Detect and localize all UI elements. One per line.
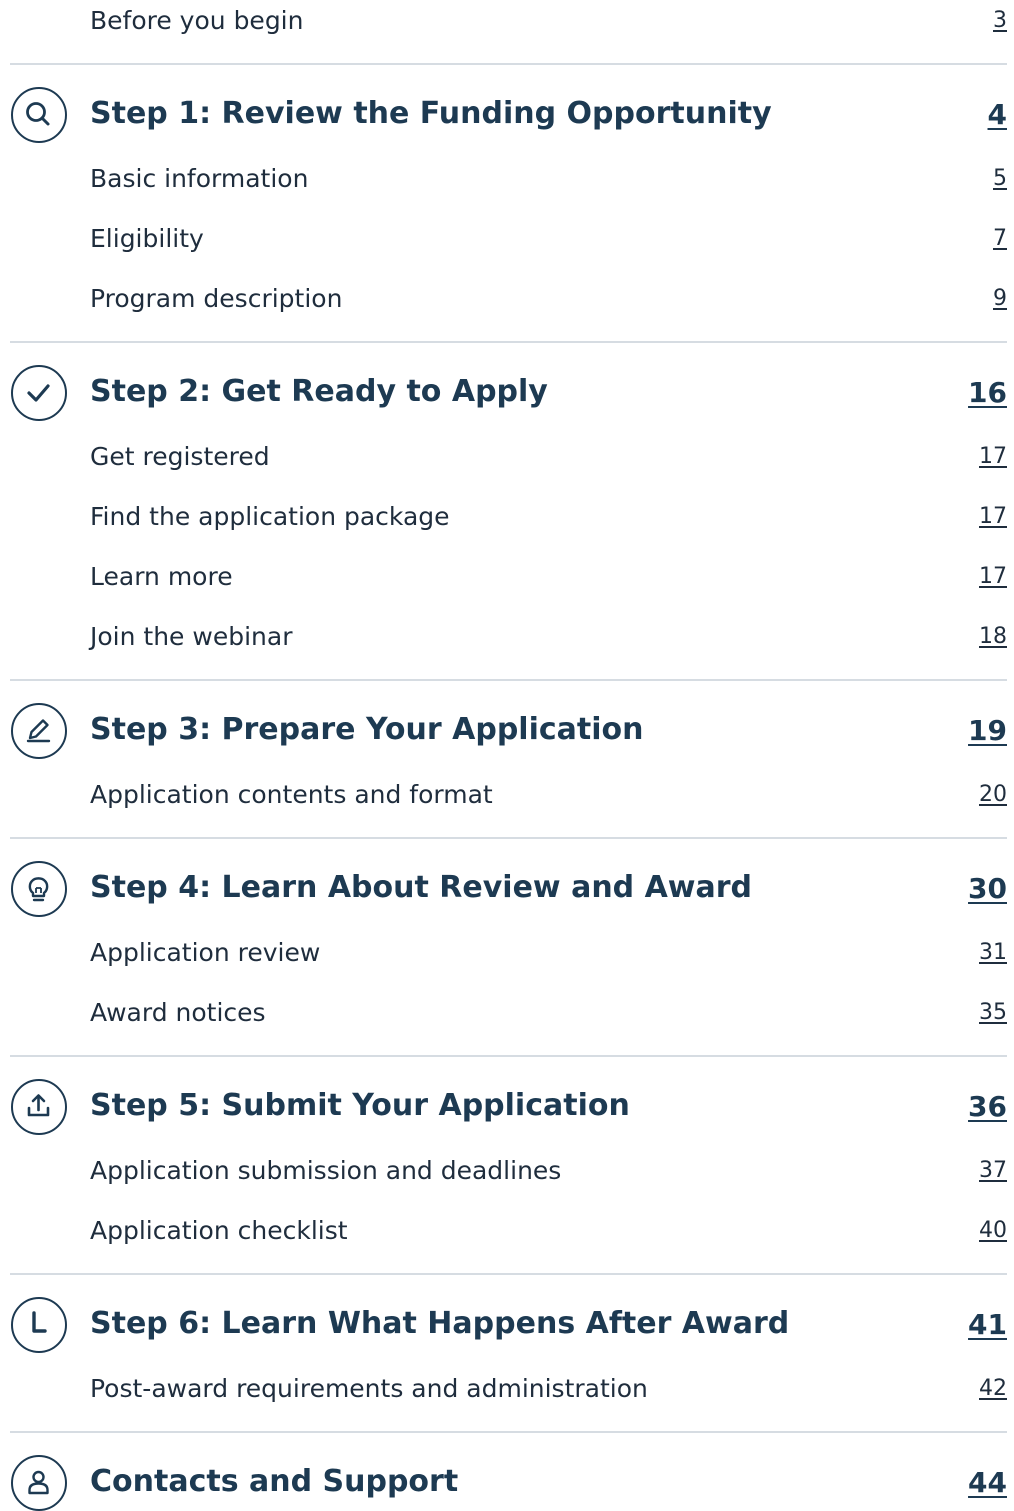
- step-page-link[interactable]: 44: [968, 1466, 1007, 1499]
- step-heading[interactable]: Contacts and Support: [90, 1464, 458, 1499]
- section-divider: [10, 341, 1007, 343]
- toc-item-page-link[interactable]: 42: [979, 1376, 1007, 1401]
- person-icon: [11, 1455, 67, 1511]
- step-heading[interactable]: Step 1: Review the Funding Opportunity: [90, 96, 772, 131]
- toc-item-page-link[interactable]: 3: [993, 8, 1007, 33]
- toc-item-title[interactable]: Post-award requirements and administrati…: [90, 1374, 648, 1403]
- step-page-link[interactable]: 30: [968, 872, 1007, 905]
- upload-icon: [11, 1079, 67, 1135]
- toc-item-title[interactable]: Basic information: [90, 164, 308, 193]
- toc-item-page-link[interactable]: 31: [979, 940, 1007, 965]
- toc-item-page-link[interactable]: 17: [979, 504, 1007, 529]
- pencil-icon: [11, 703, 67, 759]
- clock-icon: [11, 1297, 67, 1353]
- toc-item-page-link[interactable]: 20: [979, 782, 1007, 807]
- toc-item-title[interactable]: Award notices: [90, 998, 266, 1027]
- toc-item-page-link[interactable]: 18: [979, 624, 1007, 649]
- toc-item-title[interactable]: Get registered: [90, 442, 270, 471]
- step-page-link[interactable]: 41: [968, 1308, 1007, 1341]
- step-page-link[interactable]: 36: [968, 1090, 1007, 1123]
- step-page-link[interactable]: 4: [988, 98, 1007, 131]
- step-heading[interactable]: Step 6: Learn What Happens After Award: [90, 1306, 789, 1341]
- toc-item-title[interactable]: Eligibility: [90, 224, 204, 253]
- section-divider: [10, 1431, 1007, 1433]
- toc-item-title[interactable]: Program description: [90, 284, 342, 313]
- step-heading[interactable]: Step 3: Prepare Your Application: [90, 712, 644, 747]
- table-of-contents: Before you begin 3 Step 1: Review the Fund…: [0, 0, 1014, 1511]
- toc-item-page-link[interactable]: 7: [993, 226, 1007, 251]
- toc-item-title[interactable]: Application submission and deadlines: [90, 1156, 561, 1185]
- section-divider: [10, 1273, 1007, 1275]
- toc-item-page-link[interactable]: 35: [979, 1000, 1007, 1025]
- toc-item-title[interactable]: Application contents and format: [90, 780, 493, 809]
- section-divider: [10, 1055, 1007, 1057]
- toc-item-page-link[interactable]: 40: [979, 1218, 1007, 1243]
- step-heading[interactable]: Step 2: Get Ready to Apply: [90, 374, 548, 409]
- step-page-link[interactable]: 16: [968, 376, 1007, 409]
- toc-item-page-link[interactable]: 37: [979, 1158, 1007, 1183]
- step-heading[interactable]: Step 4: Learn About Review and Award: [90, 870, 752, 905]
- step-page-link[interactable]: 19: [968, 714, 1007, 747]
- toc-item-title[interactable]: Find the application package: [90, 502, 450, 531]
- toc-item-title[interactable]: Application checklist: [90, 1216, 348, 1245]
- toc-item-page-link[interactable]: 17: [979, 564, 1007, 589]
- section-divider: [10, 63, 1007, 65]
- toc-item-page-link[interactable]: 9: [993, 286, 1007, 311]
- toc-item-title[interactable]: Learn more: [90, 562, 233, 591]
- lightbulb-icon: [11, 861, 67, 917]
- check-circle-icon: [11, 365, 67, 421]
- section-divider: [10, 679, 1007, 681]
- toc-item-title[interactable]: Join the webinar: [90, 622, 292, 651]
- step-heading[interactable]: Step 5: Submit Your Application: [90, 1088, 630, 1123]
- toc-item-title[interactable]: Application review: [90, 938, 320, 967]
- section-divider: [10, 837, 1007, 839]
- toc-item-page-link[interactable]: 17: [979, 444, 1007, 469]
- toc-item-title[interactable]: Before you begin: [90, 6, 303, 35]
- search-icon: [11, 87, 67, 143]
- toc-item-page-link[interactable]: 5: [993, 166, 1007, 191]
